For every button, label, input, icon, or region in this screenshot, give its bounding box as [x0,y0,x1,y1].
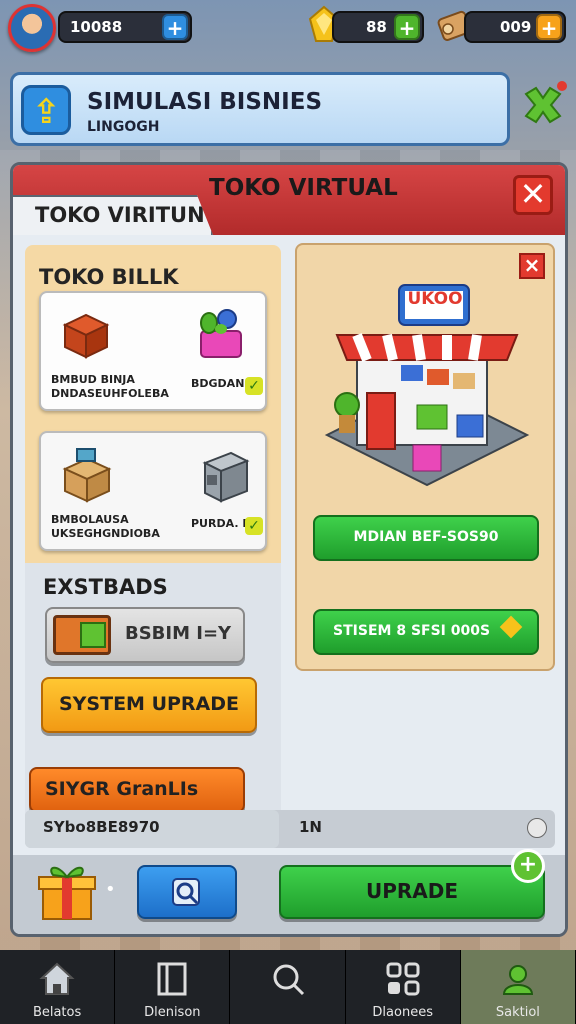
bottom-nav: Belatos Dlenison Dlaonees Saktiol [0,950,576,1024]
wood-value: 009 [500,18,532,36]
green-close-icon[interactable] [518,80,568,130]
extensions-heading: EXSTBADS [43,575,168,599]
coin-value: 10088 [70,18,123,36]
game-subtitle: LINGOGH [87,119,160,135]
item-card-2[interactable]: BMBOLAUSA UKSEGHGNDIOBA PURDA. H ✓ [39,431,267,551]
nav-label: Dlaonees [372,1005,433,1020]
store-items-heading: TOKO BILLK [39,265,179,289]
stisem-button[interactable]: STISEM 8 SFSI 000S [313,609,539,655]
gift-icon[interactable] [37,861,97,923]
search-icon [273,964,304,996]
grid-icon [386,962,420,996]
title-arrow-icon: ⇪ [21,85,71,135]
item-1-price: BDGDAN [191,377,245,390]
player-avatar[interactable] [8,4,56,52]
bsbim-button[interactable]: BSBIM I=Y [45,607,245,663]
item-2-price: PURDA. H [191,517,252,530]
nav-item-profile[interactable]: Saktiol [460,950,576,1024]
separator-dot: • [105,879,116,900]
folder-icon [53,615,111,655]
shop-sign-text: UKOO [407,289,463,309]
red-crate-icon [62,313,110,359]
nav-label: Dlenison [144,1005,201,1020]
nav-item-search[interactable] [230,950,346,1024]
game-title-bar: ⇪ SIMULASI BISNIES LINGOGH [10,72,510,146]
gem-icon [499,615,523,639]
gem-counter: 88 + [332,11,424,43]
gem-value: 88 [366,18,387,36]
item-1-name: BMBUD BINJA DNDASEUHFOLEBA [51,373,169,400]
panel-title: TOKO VIRTUAL [209,175,398,201]
plus-badge-button[interactable]: + [511,849,545,883]
home-icon [39,962,75,995]
item-card-1[interactable]: BMBUD BINJA DNDASEUHFOLEBA BDGDAN ✓ [39,291,267,411]
add-wood-button[interactable]: + [536,14,562,40]
panel-close-button[interactable]: ✕ [513,175,553,215]
cardboard-box-icon [62,448,112,503]
resource-bar: 10088 + 88 + 009 + [0,0,576,58]
check-icon: ✓ [245,377,263,395]
profile-icon [502,965,533,995]
item-2-name: BMBOLAUSA UKSEGHGNDIOBA [51,513,160,540]
extensions-section: EXSTBADS BSBIM I=Y SYSTEM UPRADE SIYGR G… [25,563,281,848]
progress-left-text: SYbo8BE8970 [43,818,160,836]
coin-counter: 10088 + [58,11,192,43]
median-button[interactable]: MDIAN BEF-SOS90 [313,515,539,561]
book-icon [157,962,187,996]
wood-counter: 009 + [464,11,566,43]
progress-bar: SYbo8BE8970 1N [25,810,555,848]
add-coins-button[interactable]: + [162,14,188,40]
search-action-button[interactable] [137,865,237,919]
machine-icon [202,451,250,503]
game-title: SIMULASI BISNIES [87,89,323,115]
nav-label: Saktiol [495,1005,540,1020]
siygr-grants-button[interactable]: SIYGR GranLIs [29,767,245,813]
progress-mid-text: 1N [299,818,322,836]
add-gems-button[interactable]: + [394,14,420,40]
nav-item-home[interactable]: Belatos [0,950,116,1024]
nav-item-grid[interactable]: Dlaonees [346,950,461,1024]
nav-label: Belatos [32,1005,82,1020]
plant-pot-icon [200,309,242,358]
action-row: • UPRADE + [13,849,565,934]
nav-item-book[interactable]: Dlenison [115,950,231,1024]
upgrade-button[interactable]: UPRADE [279,865,545,919]
magnifier-icon [172,878,200,906]
tab-toko-virtual[interactable]: TOKO VIRITUN [13,195,213,235]
bsbim-label: BSBIM I=Y [125,623,232,644]
info-icon[interactable] [527,818,547,838]
tab-label-text: TOKO VIRITUN [35,203,205,227]
stisem-label: STISEM 8 SFSI 000S [333,623,491,639]
check-icon: ✓ [245,517,263,535]
system-upgrade-button[interactable]: SYSTEM UPRADE [41,677,257,733]
shop-preview-section: × UKOO MDIAN BEF-SOS90 STISEM 8 SFSI 000… [295,243,555,671]
shop-panel: TOKO VIRTUAL ✕ TOKO VIRITUN TOKO BILLK B… [10,162,568,937]
